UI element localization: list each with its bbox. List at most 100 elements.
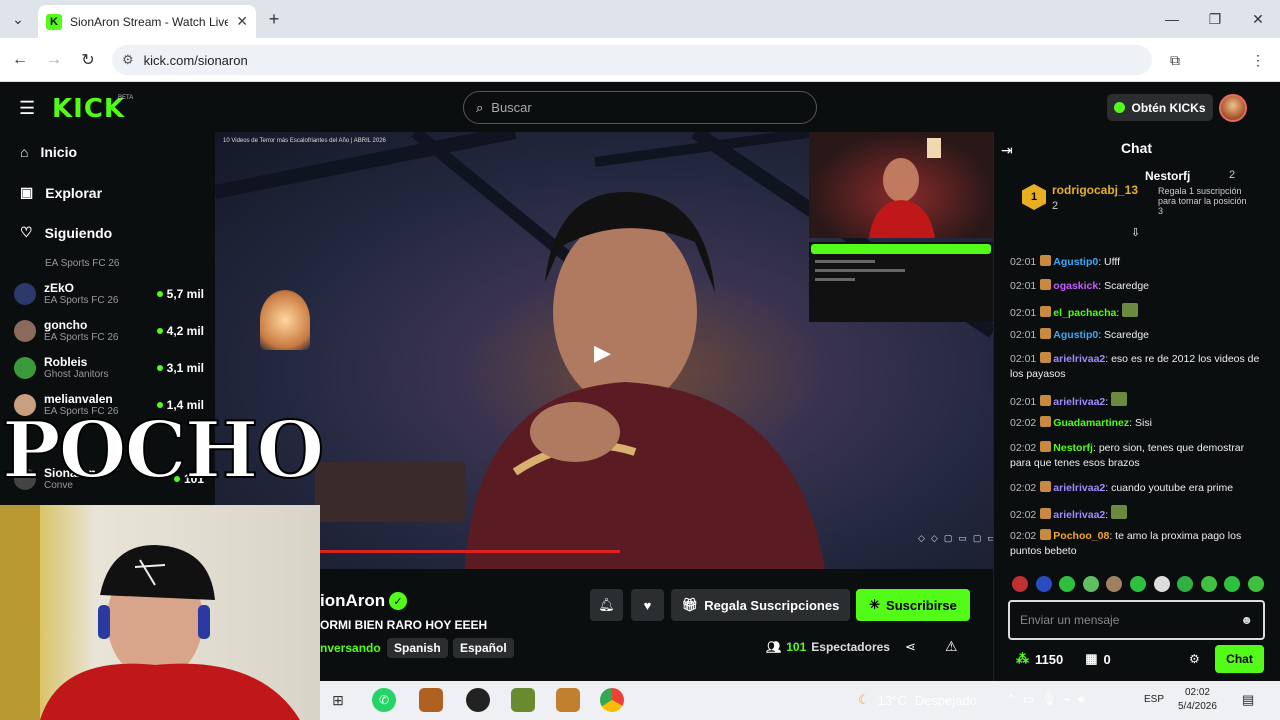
message-username[interactable]: Pochoo_08 bbox=[1053, 530, 1109, 542]
emote-icon[interactable] bbox=[1177, 576, 1194, 592]
taskbar-clock[interactable]: 02:02 5/4/2026 bbox=[1178, 686, 1217, 714]
tag-espanol[interactable]: Español bbox=[453, 638, 514, 658]
nav-item-inicio[interactable]: ⌂ Inicio bbox=[20, 144, 77, 160]
video-inner-title: 10 Videos de Terror más Escalofriantes d… bbox=[223, 138, 386, 144]
sparkle-icon: ✳ bbox=[869, 597, 881, 612]
message-username[interactable]: Nestorfj bbox=[1053, 442, 1093, 454]
scroll-down-icon[interactable]: ⇩ bbox=[1131, 226, 1140, 239]
badge-icon bbox=[1040, 508, 1052, 519]
chat-message: 02:02 arielrivaa2: cuando youtube era pri… bbox=[1010, 481, 1260, 496]
notifications-icon[interactable]: ▤ bbox=[1242, 692, 1254, 708]
emote-icon[interactable] bbox=[1082, 576, 1099, 592]
message-username[interactable]: arielrivaa2 bbox=[1053, 482, 1105, 494]
message-username[interactable]: arielrivaa2 bbox=[1053, 396, 1105, 408]
kicks-balance[interactable]: ⁂ 1150 ▦ 0 bbox=[1016, 651, 1111, 667]
channel-name-title[interactable]: ionAron bbox=[320, 591, 385, 611]
message-username[interactable]: Agustip0 bbox=[1053, 256, 1098, 268]
channel-category: EA Sports FC 26 bbox=[44, 295, 119, 307]
message-username[interactable]: arielrivaa2 bbox=[1053, 509, 1105, 521]
gift-leaderboard: 1 rodrigocabj_13 2 Nestorfj 2 Regala 1 s… bbox=[1005, 164, 1273, 230]
badge-icon bbox=[1040, 481, 1052, 492]
url-bar[interactable]: ⚙ kick.com/sionaron bbox=[112, 45, 1152, 75]
followed-channel[interactable]: goncho EA Sports FC 26 4,2 mil bbox=[14, 313, 204, 349]
follow-heart-button[interactable]: ♥ bbox=[631, 589, 664, 621]
emote-icon[interactable] bbox=[1012, 576, 1028, 592]
emote-icon[interactable] bbox=[1059, 576, 1076, 592]
video-controls[interactable]: ◇◇▢▭▢▭ bbox=[918, 533, 1002, 544]
gift-subs-button[interactable]: 🎁︎ Regala Suscripciones bbox=[671, 589, 850, 621]
app-icon[interactable] bbox=[556, 688, 580, 712]
browser-tab[interactable]: K SionAron Stream - Watch Live o ✕ bbox=[38, 5, 256, 38]
webcam-overlay bbox=[0, 505, 320, 720]
back-arrow-icon[interactable]: ← bbox=[8, 48, 32, 72]
new-tab-plus-icon[interactable]: + bbox=[262, 7, 286, 31]
tab-list-chevron-icon[interactable]: ⌄ bbox=[6, 7, 30, 31]
user-avatar[interactable] bbox=[1219, 94, 1247, 122]
weather-widget[interactable]: ☾ 13°C Despejado bbox=[858, 692, 977, 708]
whatsapp-icon[interactable]: ✆ bbox=[372, 688, 396, 712]
report-warning-icon[interactable]: ⚠ bbox=[945, 638, 958, 655]
leaderboard-hint: Regala 1 suscripción para tomar la posic… bbox=[1158, 186, 1247, 216]
chat-settings-gear-icon[interactable]: ⚙ bbox=[1189, 652, 1200, 666]
hamburger-menu-icon[interactable]: ☰ bbox=[19, 98, 35, 119]
emoji-picker-icon[interactable]: ☻ bbox=[1240, 613, 1253, 627]
channel-viewers: 4,2 mil bbox=[166, 324, 204, 338]
message-username[interactable]: Guadamartinez bbox=[1053, 417, 1129, 429]
app-icon[interactable] bbox=[466, 688, 490, 712]
system-tray-icons[interactable]: ⌃▭🎙︎⌁🔊︎ bbox=[1006, 692, 1092, 707]
chat-send-button[interactable]: Chat bbox=[1215, 645, 1264, 673]
message-username[interactable]: Agustip0 bbox=[1053, 329, 1098, 341]
message-username[interactable]: arielrivaa2 bbox=[1053, 353, 1105, 365]
leader-username[interactable]: rodrigocabj_13 bbox=[1052, 183, 1138, 197]
tag-spanish[interactable]: Spanish bbox=[387, 638, 448, 658]
close-window-icon[interactable]: ✕ bbox=[1246, 7, 1270, 31]
emote-icon[interactable] bbox=[1035, 576, 1052, 592]
play-icon[interactable]: ▶ bbox=[594, 340, 618, 365]
message-username[interactable]: el_pachacha bbox=[1053, 307, 1116, 319]
chat-message-input[interactable]: Enviar un mensaje ☻ bbox=[1008, 600, 1265, 640]
input-language[interactable]: ESP bbox=[1144, 694, 1164, 705]
emote-icon[interactable] bbox=[1106, 576, 1123, 592]
kicks-balance-value: 1150 bbox=[1035, 651, 1064, 667]
subscribe-button[interactable]: ✳ Suscribirse bbox=[856, 589, 970, 621]
nav-label: Inicio bbox=[40, 144, 78, 160]
share-icon[interactable]: ⋖ bbox=[905, 639, 916, 655]
kick-logo[interactable]: KICK bbox=[52, 94, 125, 124]
message-text: Scaredge bbox=[1104, 280, 1150, 292]
search-input[interactable]: ⌕ Buscar bbox=[463, 91, 817, 124]
site-info-icon[interactable]: ⚙ bbox=[122, 52, 134, 68]
reload-icon[interactable]: ↻ bbox=[76, 48, 100, 72]
minimize-window-icon[interactable]: — bbox=[1160, 7, 1184, 31]
emote-icon[interactable] bbox=[1153, 576, 1170, 592]
message-time: 02:01 bbox=[1010, 396, 1037, 408]
viewer-label: Espectadores bbox=[811, 640, 890, 654]
app-icon[interactable] bbox=[419, 688, 443, 712]
get-kicks-button[interactable]: Obtén KICKs bbox=[1107, 94, 1213, 121]
forward-arrow-icon[interactable]: → bbox=[42, 48, 66, 72]
channel-name: zEkO bbox=[44, 280, 75, 295]
followed-channel[interactable]: Robleis Ghost Janitors 3,1 mil bbox=[14, 350, 204, 386]
url-text: kick.com/sionaron bbox=[143, 52, 248, 68]
emote-icon[interactable] bbox=[1247, 576, 1264, 592]
restore-window-icon[interactable]: ❐ bbox=[1203, 7, 1227, 31]
extensions-icon[interactable]: ⧉ bbox=[1163, 48, 1187, 72]
chat-message: 02:02 Pochoo_08: te amo la proxima pago l… bbox=[1010, 529, 1260, 559]
close-tab-icon[interactable]: ✕ bbox=[236, 13, 248, 30]
chrome-icon[interactable] bbox=[600, 688, 624, 712]
followed-channel[interactable]: zEkO EA Sports FC 26 5,7 mil bbox=[14, 276, 204, 312]
emote-icon[interactable] bbox=[1129, 576, 1146, 592]
search-placeholder: Buscar bbox=[491, 100, 532, 115]
message-username[interactable]: ogaskick bbox=[1053, 280, 1098, 292]
emote-icon[interactable] bbox=[1224, 576, 1241, 592]
emote-icon[interactable] bbox=[1200, 576, 1217, 592]
browser-menu-icon[interactable]: ⋮ bbox=[1246, 48, 1270, 72]
notification-bell-button[interactable]: 🔔︎ bbox=[590, 589, 623, 621]
nav-item-siguiendo[interactable]: ♡ Siguiendo bbox=[20, 224, 112, 241]
minecraft-icon[interactable] bbox=[511, 688, 535, 712]
second-username[interactable]: Nestorfj bbox=[1145, 169, 1190, 183]
stream-category-link[interactable]: nversando bbox=[320, 641, 381, 655]
task-view-icon[interactable]: ⊞ bbox=[326, 688, 350, 712]
emote-icon bbox=[1111, 505, 1128, 519]
nav-item-explorar[interactable]: ▣ Explorar bbox=[20, 184, 102, 201]
video-progress-bar[interactable] bbox=[320, 550, 620, 553]
